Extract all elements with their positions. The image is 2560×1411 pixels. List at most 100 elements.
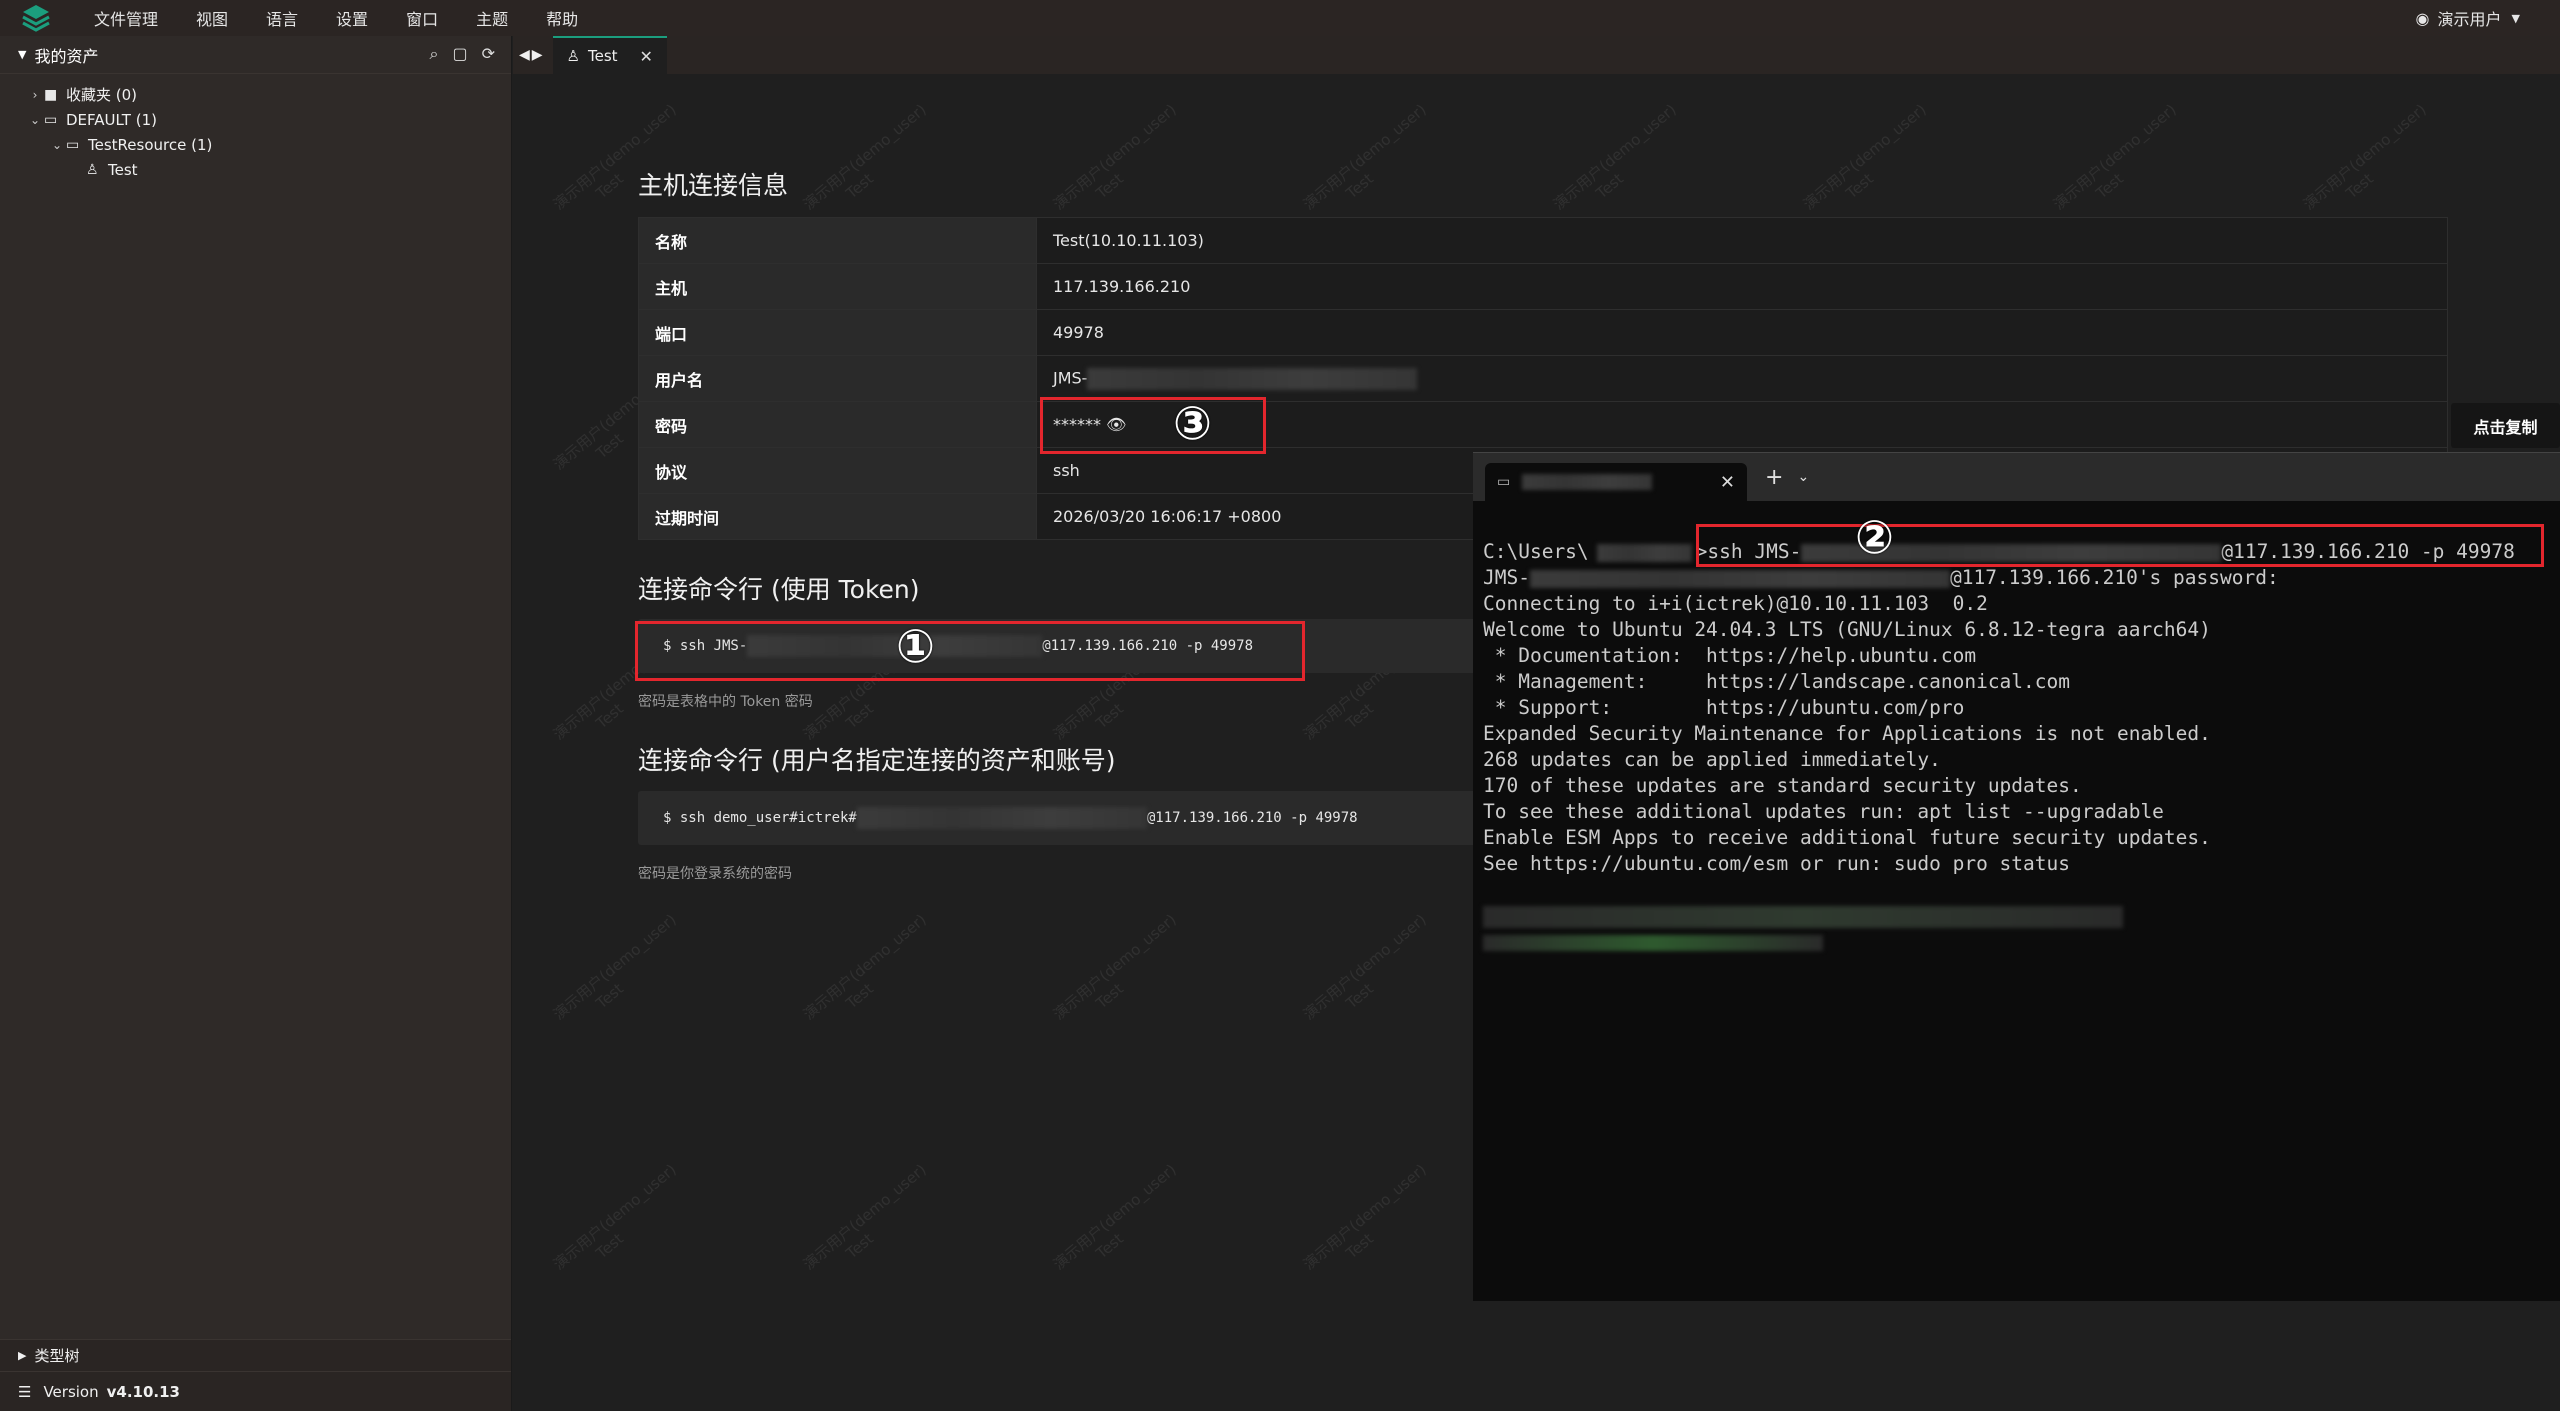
watermark-line: 演示用户(demo_user) bbox=[799, 1160, 930, 1274]
new-tab-icon[interactable]: + bbox=[1765, 465, 1783, 490]
table-row: 名称 Test(10.10.11.103) bbox=[638, 217, 2448, 264]
watermark-line: 演示用户(demo_user) bbox=[549, 1160, 680, 1274]
terminal-tab[interactable]: ▭ ✕ bbox=[1485, 463, 1747, 501]
watermark-line: Test bbox=[842, 979, 877, 1013]
menu-settings[interactable]: 设置 bbox=[336, 6, 368, 30]
caret-down-icon: ▼ bbox=[18, 48, 27, 61]
tree-item-label: TestResource (1) bbox=[88, 135, 213, 154]
version-label: Version bbox=[43, 1382, 99, 1401]
host-info-title: 主机连接信息 bbox=[638, 171, 789, 200]
tab-label: Test bbox=[588, 47, 618, 65]
tree-item-favorites[interactable]: › ■ 收藏夹 (0) bbox=[0, 82, 511, 107]
row-value: Test(10.10.11.103) bbox=[1036, 217, 2448, 264]
terminal-line: Enable ESM Apps to receive additional fu… bbox=[1483, 826, 2211, 849]
cmd-suffix: @117.139.166.210 -p 49978 bbox=[1146, 810, 1358, 826]
terminal-text: @117.139.166.210's password: bbox=[1949, 566, 2279, 589]
row-key: 协议 bbox=[638, 447, 1037, 494]
redacted-text bbox=[856, 807, 1147, 829]
terminal-line: See https://ubuntu.com/esm or run: sudo … bbox=[1483, 852, 2070, 875]
linux-icon: ♙ bbox=[86, 161, 99, 178]
row-value[interactable]: JMS- bbox=[1036, 355, 2448, 402]
watermark-line: Test bbox=[592, 979, 627, 1013]
expand-icon[interactable]: ▢ bbox=[452, 44, 467, 64]
terminal-text: JMS- bbox=[1483, 566, 1530, 589]
user-cmd-title: 连接命令行 (用户名指定连接的资产和账号) bbox=[638, 746, 1116, 775]
menu-help[interactable]: 帮助 bbox=[546, 6, 578, 30]
user-menu[interactable]: ◉ 演示用户 ▼ bbox=[2416, 0, 2520, 36]
close-icon[interactable]: ✕ bbox=[640, 47, 653, 66]
watermark-line: 演示用户(demo_user) bbox=[549, 910, 680, 1024]
watermark-text: 演示用户(demo_user)Test bbox=[799, 909, 942, 1038]
menu-file[interactable]: 文件管理 bbox=[94, 6, 158, 30]
terminal-line: JMS- @117.139.166.210's password: bbox=[1483, 565, 2560, 591]
terminal-line: * Management: https://landscape.canonica… bbox=[1483, 670, 2070, 693]
tree-item-label: DEFAULT (1) bbox=[66, 110, 157, 129]
watermark-line: 演示用户(demo_user) bbox=[1049, 1160, 1180, 1274]
tab-nav-arrows-icon[interactable]: ◀▶ bbox=[519, 47, 545, 63]
watermark-text: 演示用户(demo_user)Test bbox=[2049, 99, 2192, 228]
menu-language[interactable]: 语言 bbox=[266, 6, 298, 30]
watermark-text: 演示用户(demo_user)Test bbox=[549, 99, 692, 228]
tree-item-default[interactable]: ⌄ ▭ DEFAULT (1) bbox=[0, 107, 511, 132]
redacted-text bbox=[1087, 367, 1418, 390]
redacted-text bbox=[1596, 543, 1692, 562]
copy-button[interactable]: 点击复制 bbox=[2451, 403, 2560, 448]
asset-tree: › ■ 收藏夹 (0) ⌄ ▭ DEFAULT (1) ⌄ ▭ TestReso… bbox=[0, 74, 511, 182]
search-icon[interactable]: ⌕ bbox=[430, 44, 439, 64]
watermark-line: 演示用户(demo_user) bbox=[799, 100, 930, 214]
watermark-line: 演示用户(demo_user) bbox=[1549, 100, 1680, 214]
watermark-line: Test bbox=[2342, 169, 2377, 203]
watermark-line: Test bbox=[1342, 979, 1377, 1013]
menu-window[interactable]: 窗口 bbox=[406, 6, 438, 30]
chevron-down-icon[interactable]: ⌄ bbox=[1797, 469, 1809, 485]
watermark-line: Test bbox=[1842, 169, 1877, 203]
redacted-text bbox=[1529, 569, 1950, 588]
table-row: 端口 49978 bbox=[638, 309, 2448, 356]
row-key: 用户名 bbox=[638, 355, 1037, 402]
terminal-line: Welcome to Ubuntu 24.04.3 LTS (GNU/Linux… bbox=[1483, 618, 2211, 641]
watermark-line: 演示用户(demo_user) bbox=[1299, 910, 1430, 1024]
row-value: 49978 bbox=[1036, 309, 2448, 356]
table-row: 主机 117.139.166.210 bbox=[638, 263, 2448, 310]
watermark-text: 演示用户(demo_user)Test bbox=[2299, 99, 2442, 228]
row-key: 密码 bbox=[638, 401, 1037, 448]
type-tree-toggle[interactable]: ▶ 类型树 bbox=[0, 1339, 511, 1371]
username-value: JMS- bbox=[1053, 368, 1088, 387]
chevron-down-icon[interactable]: ⌄ bbox=[48, 138, 66, 152]
tree-item-testresource[interactable]: ⌄ ▭ TestResource (1) bbox=[0, 132, 511, 157]
close-icon[interactable]: ✕ bbox=[1720, 472, 1735, 493]
watermark-line: 演示用户(demo_user) bbox=[2049, 100, 2180, 214]
tree-item-label: 收藏夹 (0) bbox=[66, 86, 138, 104]
chevron-right-icon[interactable]: › bbox=[26, 88, 44, 102]
tree-item-test[interactable]: ♙ Test bbox=[0, 157, 511, 182]
table-row: 用户名 JMS- bbox=[638, 355, 2448, 402]
menu-view[interactable]: 视图 bbox=[196, 6, 228, 30]
token-cmd-hint: 密码是表格中的 Token 密码 bbox=[638, 694, 813, 710]
cmd-prefix: $ ssh demo_user#ictrek# bbox=[663, 810, 857, 826]
folder-icon: ■ bbox=[44, 86, 58, 103]
terminal-text: C:\Users\ bbox=[1483, 540, 1589, 563]
folder-open-icon: ▭ bbox=[44, 111, 58, 128]
terminal-line: * Documentation: https://help.ubuntu.com bbox=[1483, 644, 1977, 667]
user-cmd-hint: 密码是你登录系统的密码 bbox=[638, 866, 792, 882]
watermark-line: Test bbox=[1092, 979, 1127, 1013]
tab-test[interactable]: ♙ Test ✕ bbox=[552, 36, 667, 74]
version-value: v4.10.13 bbox=[106, 1382, 180, 1401]
watermark-line: Test bbox=[1342, 169, 1377, 203]
watermark-text: 演示用户(demo_user)Test bbox=[1299, 909, 1442, 1038]
chevron-down-icon[interactable]: ⌄ bbox=[26, 113, 44, 127]
sidebar: ▼ 我的资产 ⌕ ▢ ⟳ › ■ 收藏夹 (0) ⌄ ▭ DEFAULT (1)… bbox=[0, 36, 512, 1411]
highlight-box-2 bbox=[1696, 524, 2544, 567]
sidebar-title: 我的资产 bbox=[34, 46, 99, 66]
watermark-line: 演示用户(demo_user) bbox=[1799, 100, 1930, 214]
watermark-line: Test bbox=[842, 1229, 877, 1263]
watermark-text: 演示用户(demo_user)Test bbox=[799, 1159, 942, 1288]
refresh-icon[interactable]: ⟳ bbox=[482, 44, 495, 64]
list-icon[interactable]: ☰ bbox=[18, 1383, 31, 1401]
watermark-line: 演示用户(demo_user) bbox=[1049, 100, 1180, 214]
watermark-text: 演示用户(demo_user)Test bbox=[549, 1159, 692, 1288]
terminal-output[interactable]: C:\Users\ >ssh JMS- @117.139.166.210 -p 49… bbox=[1473, 501, 2560, 955]
folder-open-icon: ▭ bbox=[66, 136, 80, 153]
highlight-box-1 bbox=[635, 621, 1305, 681]
menu-theme[interactable]: 主题 bbox=[476, 6, 508, 30]
